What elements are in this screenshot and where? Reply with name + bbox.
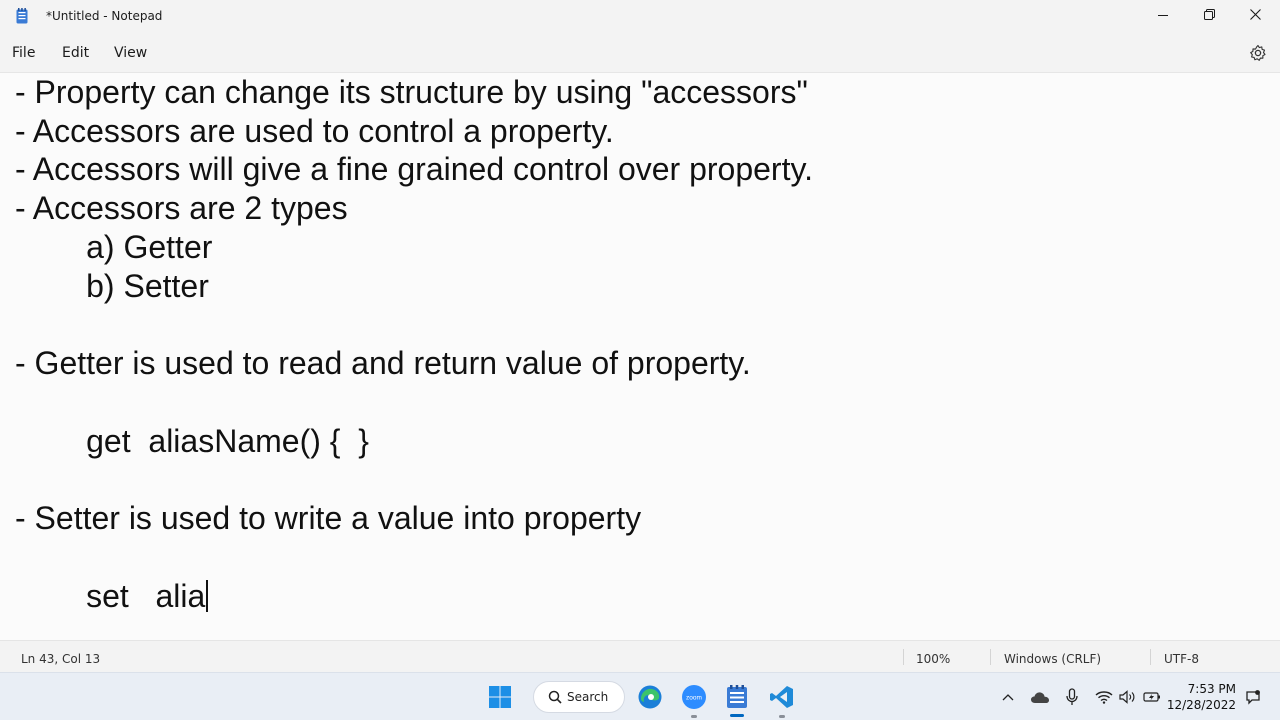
menu-view[interactable]: View [114,45,147,61]
menu-file[interactable]: File [12,45,35,61]
microphone-icon[interactable] [1062,687,1082,707]
search-icon [548,690,562,709]
title-bar[interactable]: *Untitled - Notepad [0,0,1280,32]
windows-start-icon[interactable] [484,681,516,713]
clock-date: 12/28/2022 [1166,698,1236,712]
editor-line-current: set alia [15,577,209,615]
edge-icon[interactable] [634,681,666,713]
cursor-position: Ln 43, Col 13 [21,652,101,666]
zoom-level: 100% [916,652,951,666]
zoom-app-icon[interactable]: zoom [678,681,710,713]
menu-edit[interactable]: Edit [62,45,89,61]
volume-icon[interactable] [1118,687,1138,707]
line-ending: Windows (CRLF) [1004,652,1102,666]
text-caret [206,580,209,612]
notepad-window: *Untitled - Notepad File Edit View - Pro… [0,0,1280,672]
zoom-label: zoom [686,695,702,702]
close-icon [1249,7,1261,25]
minimize-button[interactable] [1140,0,1186,32]
chevron-up-icon[interactable] [998,687,1018,707]
restore-icon [1203,7,1215,25]
status-bar: Ln 43, Col 13 100% Windows (CRLF) UTF-8 [0,640,1280,672]
status-divider [990,649,991,665]
editor-line: get aliasName() { } [15,423,369,459]
notepad-taskbar-icon[interactable] [721,681,753,713]
editor-line: - Accessors will give a fine grained con… [15,151,813,187]
window-title: *Untitled - Notepad [46,9,163,23]
editor-line: - Property can change its structure by u… [15,74,808,110]
taskbar-search[interactable]: Search [533,681,625,713]
editor-line: - Getter is used to read and return valu… [15,345,751,381]
status-divider [903,649,904,665]
editor-line: - Accessors are used to control a proper… [15,113,614,149]
notification-icon[interactable] [1243,687,1263,707]
running-indicator [779,715,785,718]
vscode-icon[interactable] [766,681,798,713]
system-clock[interactable]: 7:53 PM 12/28/2022 [1167,681,1236,713]
menu-bar: File Edit View [0,36,1280,70]
editor-line-text: set alia [15,578,206,614]
editor-line: - Setter is used to write a value into p… [15,500,642,536]
clock-time: 7:53 PM [1187,682,1236,696]
search-label: Search [567,690,609,704]
minimize-icon [1158,7,1168,25]
close-button[interactable] [1232,0,1278,32]
battery-icon[interactable] [1142,687,1162,707]
gear-icon[interactable] [1248,43,1268,63]
notepad-app-icon [16,8,28,24]
onedrive-cloud-icon[interactable] [1030,687,1050,707]
running-indicator [691,715,697,718]
wifi-icon[interactable] [1094,687,1114,707]
text-editor[interactable]: - Property can change its structure by u… [0,72,1280,640]
editor-line: a) Getter [15,229,213,265]
active-app-indicator [730,714,744,717]
editor-line: b) Setter [15,268,209,304]
status-divider [1150,649,1151,665]
restore-button[interactable] [1186,0,1232,32]
taskbar: Search zoom 7:53 PM 12/28/2022 [0,672,1280,720]
editor-line: - Accessors are 2 types [15,190,348,226]
encoding: UTF-8 [1164,652,1199,666]
